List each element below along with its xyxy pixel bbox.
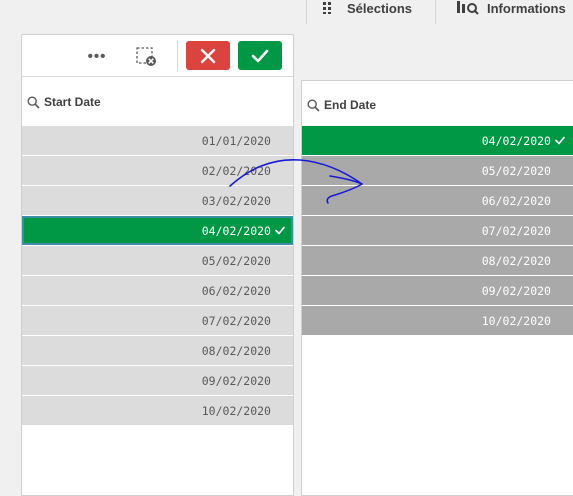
confirm-selection-button[interactable]: [238, 41, 282, 70]
listbox-title: End Date: [324, 98, 377, 112]
listbox-title: Start Date: [44, 95, 101, 109]
toolbar-divider: [435, 0, 436, 24]
toolbar-divider: [177, 41, 178, 71]
list-item[interactable]: 03/02/2020: [22, 186, 293, 215]
top-toolbar: Sélections Informations: [0, 0, 573, 24]
selections-button[interactable]: Sélections: [323, 0, 412, 16]
selections-label: Sélections: [347, 0, 413, 16]
start-date-header[interactable]: Start Date: [22, 78, 293, 126]
list-item-value: 08/02/2020: [481, 253, 551, 268]
list-item[interactable]: 10/02/2020: [302, 306, 573, 335]
list-item-value: 07/02/2020: [201, 313, 271, 328]
close-icon: [200, 48, 216, 63]
end-date-header[interactable]: End Date: [302, 81, 573, 129]
check-icon: [555, 136, 565, 145]
start-date-values: 01/01/2020 02/02/2020 03/02/2020 04/02/2020…: [22, 126, 293, 426]
list-item-value: 09/02/2020: [481, 283, 551, 298]
clear-selections-button[interactable]: [134, 45, 160, 69]
selections-grid-icon: [323, 2, 331, 14]
selection-toolbar: •••: [22, 35, 293, 77]
list-item-value: 06/02/2020: [481, 193, 551, 208]
more-icon: •••: [87, 47, 107, 65]
list-item[interactable]: 07/02/2020: [302, 216, 573, 245]
list-item[interactable]: 06/02/2020: [302, 186, 573, 215]
list-item[interactable]: 02/02/2020: [22, 156, 293, 185]
list-item[interactable]: 07/02/2020: [22, 306, 293, 335]
list-item-value: 10/02/2020: [481, 313, 551, 328]
list-item[interactable]: 08/02/2020: [302, 246, 573, 275]
search-icon: [307, 98, 320, 112]
end-date-values: 04/02/2020 05/02/2020 06/02/2020 07/02/2020…: [302, 126, 573, 336]
toolbar-divider: [306, 0, 307, 24]
list-item[interactable]: 01/01/2020: [22, 126, 293, 155]
list-item-value: 01/01/2020: [201, 133, 271, 148]
clear-selections-icon: [136, 47, 156, 66]
list-item-value: 09/02/2020: [201, 373, 271, 388]
informations-label: Informations: [487, 0, 566, 16]
more-button[interactable]: •••: [85, 45, 109, 67]
list-item-value: 02/02/2020: [201, 163, 271, 178]
list-item-value: 04/02/2020: [201, 223, 271, 238]
insights-icon: [457, 1, 479, 15]
list-item[interactable]: 04/02/2020: [302, 126, 573, 155]
start-date-listbox: ••• Start Date 01/01/2020 02/02/2020 03/…: [21, 34, 294, 496]
list-item-value: 07/02/2020: [481, 223, 551, 238]
list-item-value: 06/02/2020: [201, 283, 271, 298]
list-item-value: 03/02/2020: [201, 193, 271, 208]
list-item[interactable]: 05/02/2020: [22, 246, 293, 275]
list-item-value: 05/02/2020: [201, 253, 271, 268]
list-item-value: 05/02/2020: [481, 163, 551, 178]
list-item-value: 04/02/2020: [481, 133, 551, 148]
list-item[interactable]: 06/02/2020: [22, 276, 293, 305]
list-item-value: 10/02/2020: [201, 403, 271, 418]
search-icon: [27, 95, 40, 109]
end-date-listbox: End Date 04/02/2020 05/02/2020 06/02/2020 0…: [301, 80, 573, 496]
check-icon: [275, 226, 285, 235]
list-item[interactable]: 05/02/2020: [302, 156, 573, 185]
check-icon: [251, 49, 269, 62]
list-item-value: 08/02/2020: [201, 343, 271, 358]
cancel-selection-button[interactable]: [186, 41, 230, 70]
informations-button[interactable]: Informations: [457, 0, 566, 16]
list-item[interactable]: 10/02/2020: [22, 396, 293, 425]
list-item[interactable]: 08/02/2020: [22, 336, 293, 365]
list-item[interactable]: 04/02/2020: [22, 216, 293, 245]
list-item[interactable]: 09/02/2020: [302, 276, 573, 305]
list-item[interactable]: 09/02/2020: [22, 366, 293, 395]
